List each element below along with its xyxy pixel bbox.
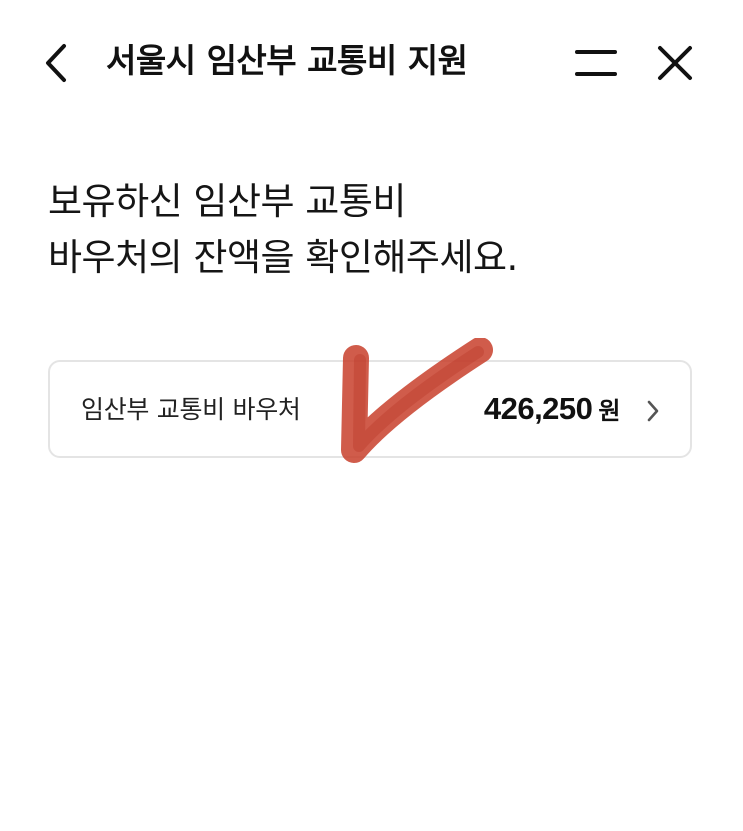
- menu-icon: [575, 50, 617, 76]
- menu-button[interactable]: [570, 40, 622, 86]
- close-button[interactable]: [652, 40, 698, 86]
- voucher-unit: 원: [598, 397, 620, 425]
- headline-line-2: 바우처의 잔액을 확인해주세요.: [48, 236, 518, 279]
- headline-line-1: 보유하신 임산부 교통비: [48, 180, 406, 223]
- voucher-amount-wrap: 426,250 원: [483, 386, 621, 434]
- page-title: 서울시 임산부 교통비 지원: [106, 41, 468, 80]
- close-icon: [658, 46, 692, 80]
- headline: 보유하신 임산부 교통비 바우처의 잔액을 확인해주세요.: [48, 174, 708, 286]
- chevron-right-icon: [642, 398, 664, 424]
- back-button[interactable]: [34, 40, 80, 86]
- header: 서울시 임산부 교통비 지원: [0, 0, 743, 125]
- chevron-left-icon: [46, 44, 66, 82]
- voucher-balance-card[interactable]: 임산부 교통비 바우처 426,250 원: [48, 360, 692, 458]
- voucher-label: 임산부 교통비 바우처: [81, 395, 301, 424]
- voucher-amount: 426,250: [483, 391, 593, 426]
